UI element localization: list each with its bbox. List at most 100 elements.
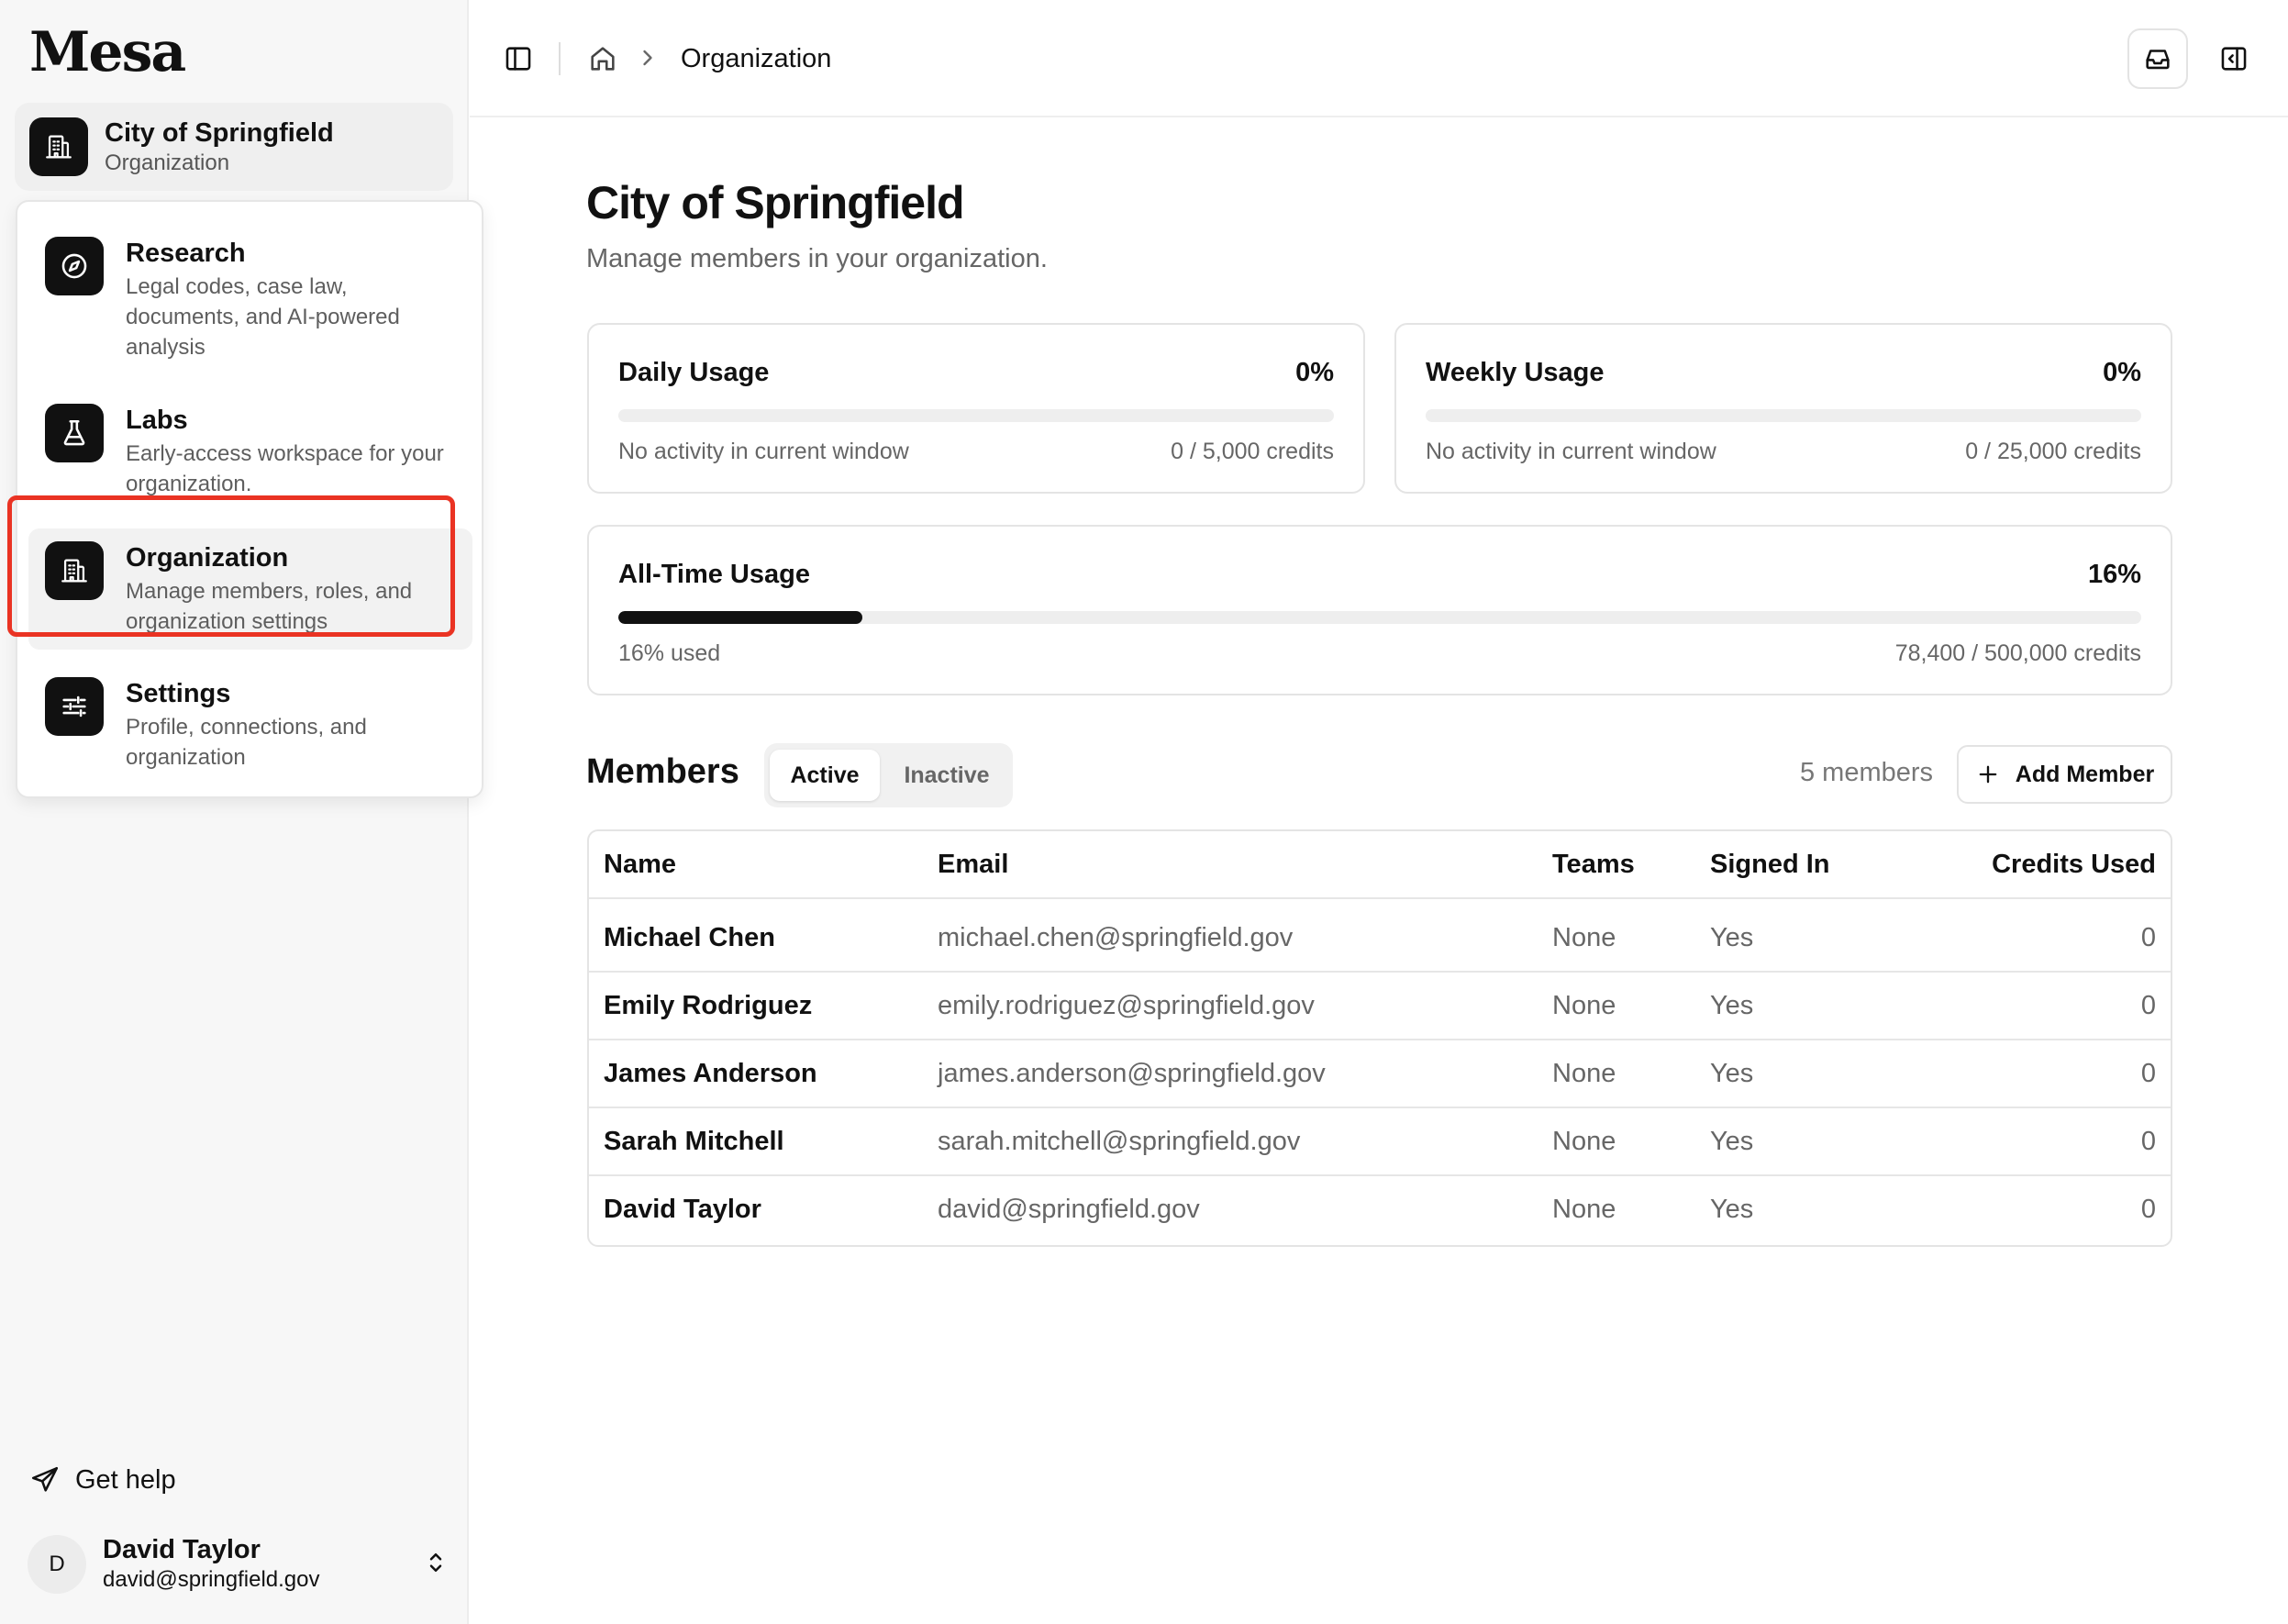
- get-help-link[interactable]: Get help: [29, 1464, 176, 1496]
- table-row[interactable]: Sarah Mitchell sarah.mitchell@springfiel…: [589, 1108, 2171, 1176]
- member-email: emily.rodriguez@springfield.gov: [938, 990, 1315, 1020]
- usage-note: No activity in current window: [1426, 439, 1716, 464]
- table-row[interactable]: James Anderson james.anderson@springfiel…: [589, 1040, 2171, 1108]
- app-logo: Mesa: [29, 20, 186, 84]
- usage-percent: 16%: [2087, 560, 2141, 589]
- usage-credits: 78,400 / 500,000 credits: [1894, 640, 2141, 666]
- member-signed-in: Yes: [1710, 990, 1754, 1020]
- nav-item-desc: Early-access workspace for your organiza…: [126, 441, 444, 496]
- page-title: City of Springfield: [586, 177, 965, 228]
- nav-item-title: Settings: [126, 679, 231, 708]
- table-row[interactable]: Michael Chen michael.chen@springfield.go…: [589, 905, 2171, 973]
- top-bar: Organization: [470, 0, 2288, 117]
- usage-note: No activity in current window: [618, 439, 909, 464]
- progress-fill: [618, 611, 862, 624]
- members-table: Name Email Teams Signed In Credits Used …: [587, 829, 2172, 1247]
- member-email: michael.chen@springfield.gov: [938, 922, 1294, 952]
- get-help-label: Get help: [75, 1464, 176, 1495]
- app-root: Mesa City of Springfield Organization Re…: [0, 0, 2288, 1624]
- tab-active[interactable]: Active: [770, 750, 880, 801]
- member-count: 5 members: [1800, 758, 1934, 787]
- nav-item-labs[interactable]: Labs Early-access workspace for your org…: [28, 391, 472, 512]
- column-header-teams: Teams: [1552, 849, 1635, 879]
- nav-item-title: Organization: [126, 543, 289, 573]
- member-teams: None: [1552, 1194, 1616, 1224]
- member-teams: None: [1552, 990, 1616, 1020]
- sidebar-toggle-icon[interactable]: [503, 43, 534, 74]
- column-header-credits: Credits Used: [1992, 849, 2156, 879]
- nav-item-title: Labs: [126, 406, 188, 435]
- member-teams: None: [1552, 922, 1616, 952]
- progress-track: [1426, 409, 2141, 422]
- org-name: City of Springfield: [105, 118, 334, 148]
- user-menu[interactable]: D David Taylor david@springfield.gov: [28, 1532, 450, 1596]
- member-teams: None: [1552, 1126, 1616, 1156]
- chevron-up-down-icon: [422, 1549, 450, 1581]
- inbox-icon: [2146, 50, 2170, 70]
- daily-usage-card: Daily Usage 0% No activity in current wi…: [587, 323, 1365, 494]
- member-signed-in: Yes: [1710, 1126, 1754, 1156]
- card-title: All-Time Usage: [618, 560, 810, 589]
- card-title: Daily Usage: [618, 358, 770, 387]
- send-icon: [31, 1466, 59, 1492]
- alltime-usage-card: All-Time Usage 16% 16% used 78,400 / 500…: [587, 525, 2172, 695]
- compass-icon: [45, 237, 104, 295]
- nav-item-desc: Profile, connections, and organization: [126, 715, 367, 770]
- member-email: james.anderson@springfield.gov: [938, 1058, 1326, 1088]
- building-icon: [45, 541, 104, 600]
- member-name: James Anderson: [604, 1058, 817, 1088]
- column-header-name: Name: [604, 849, 676, 879]
- member-signed-in: Yes: [1710, 1058, 1754, 1088]
- member-signed-in: Yes: [1710, 1194, 1754, 1224]
- org-switcher[interactable]: City of Springfield Organization: [15, 103, 453, 191]
- usage-note: 16% used: [618, 640, 721, 666]
- column-header-signed-in: Signed In: [1710, 849, 1830, 879]
- home-icon[interactable]: [587, 43, 618, 74]
- member-name: David Taylor: [604, 1194, 761, 1224]
- member-credits: 0: [2140, 1058, 2156, 1088]
- member-credits: 0: [2140, 1194, 2156, 1224]
- plus-icon: [1979, 765, 1997, 784]
- panel-toggle-icon[interactable]: [2218, 43, 2249, 74]
- progress-track: [618, 611, 2141, 624]
- table-row[interactable]: David Taylor david@springfield.gov None …: [589, 1176, 2171, 1244]
- tab-inactive[interactable]: Inactive: [887, 750, 1006, 801]
- member-name: Sarah Mitchell: [604, 1126, 784, 1156]
- member-credits: 0: [2140, 990, 2156, 1020]
- member-credits: 0: [2140, 1126, 2156, 1156]
- usage-credits: 0 / 5,000 credits: [1171, 439, 1334, 464]
- add-member-button[interactable]: Add Member: [1957, 745, 2172, 804]
- user-email: david@springfield.gov: [103, 1567, 320, 1592]
- building-icon: [29, 117, 88, 176]
- member-status-toggle: Active Inactive: [764, 743, 1013, 807]
- nav-item-desc: Legal codes, case law, documents, and AI…: [126, 274, 400, 360]
- members-heading: Members: [586, 752, 739, 791]
- breadcrumb-current: Organization: [681, 44, 832, 73]
- inbox-button[interactable]: [2127, 28, 2188, 89]
- org-type: Organization: [105, 150, 230, 175]
- add-member-label: Add Member: [2015, 761, 2155, 787]
- nav-item-research[interactable]: Research Legal codes, case law, document…: [28, 224, 472, 375]
- member-teams: None: [1552, 1058, 1616, 1088]
- flask-icon: [45, 404, 104, 462]
- usage-percent: 0%: [1295, 358, 1334, 387]
- sidebar: Mesa City of Springfield Organization Re…: [0, 0, 483, 1624]
- sliders-icon: [45, 677, 104, 736]
- nav-item-desc: Manage members, roles, and organization …: [126, 579, 413, 634]
- member-email: sarah.mitchell@springfield.gov: [938, 1126, 1301, 1156]
- page-subtitle: Manage members in your organization.: [586, 244, 1048, 273]
- member-name: Emily Rodriguez: [604, 990, 813, 1020]
- nav-item-settings[interactable]: Settings Profile, connections, and organ…: [28, 664, 472, 785]
- table-row[interactable]: Emily Rodriguez emily.rodriguez@springfi…: [589, 973, 2171, 1040]
- progress-track: [618, 409, 1334, 422]
- user-name: David Taylor: [103, 1535, 261, 1564]
- table-header-row: Name Email Teams Signed In Credits Used: [589, 831, 2171, 899]
- nav-menu: Research Legal codes, case law, document…: [16, 200, 483, 798]
- card-title: Weekly Usage: [1426, 358, 1605, 387]
- nav-item-organization[interactable]: Organization Manage members, roles, and …: [28, 528, 472, 650]
- nav-item-title: Research: [126, 239, 246, 268]
- member-credits: 0: [2140, 922, 2156, 952]
- usage-percent: 0%: [2103, 358, 2141, 387]
- avatar: D: [28, 1535, 86, 1594]
- member-email: david@springfield.gov: [938, 1194, 1200, 1224]
